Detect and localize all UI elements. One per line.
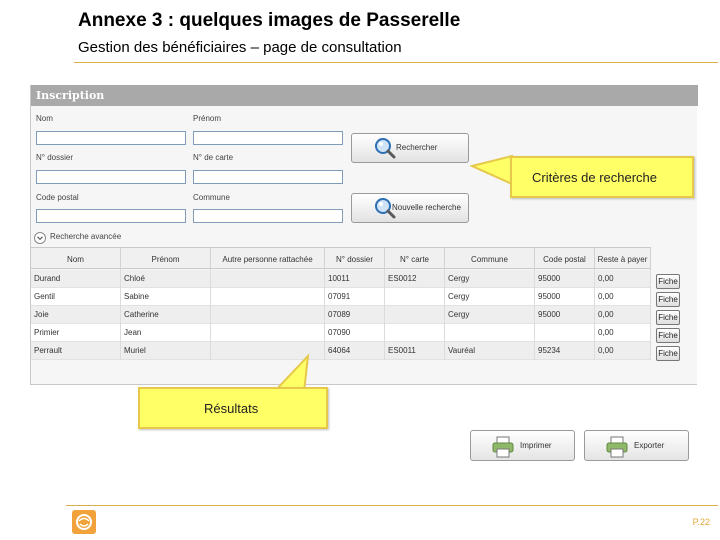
- table-cell: 07089: [325, 306, 385, 324]
- postal-label: Code postal: [36, 193, 79, 202]
- chevron-down-icon: [34, 232, 46, 244]
- table-cell: Jean: [121, 324, 211, 342]
- table-cell: 0,00: [595, 306, 651, 324]
- carte-label: N° de carte: [193, 153, 234, 162]
- slide-subtitle: Gestion des bénéficiaires – page de cons…: [78, 39, 402, 56]
- table-cell: Cergy: [445, 270, 535, 288]
- nom-label: Nom: [36, 114, 53, 123]
- table-cell: Gentil: [31, 288, 121, 306]
- company-logo: [72, 510, 96, 534]
- table-row[interactable]: Joie Catherine 07089 Cergy 95000 0,00: [31, 306, 651, 324]
- table-cell: [211, 270, 325, 288]
- column-header[interactable]: Commune: [445, 248, 535, 270]
- table-cell: Chloé: [121, 270, 211, 288]
- table-cell: 95234: [535, 342, 595, 360]
- table-cell: [535, 324, 595, 342]
- commune-label: Commune: [193, 193, 230, 202]
- table-row[interactable]: Perrault Muriel 64064 ES0011 Vauréal 952…: [31, 342, 651, 360]
- results-callout-text: Résultats: [204, 401, 259, 416]
- commune-input[interactable]: [193, 209, 343, 223]
- advanced-search-label: Recherche avancée: [50, 232, 122, 241]
- postal-input[interactable]: [36, 209, 186, 223]
- table-row[interactable]: Gentil Sabine 07091 Cergy 95000 0,00: [31, 288, 651, 306]
- table-cell: Perrault: [31, 342, 121, 360]
- advanced-search-toggle[interactable]: Recherche avancée: [34, 231, 154, 245]
- table-cell: 07090: [325, 324, 385, 342]
- results-callout: Résultats: [138, 387, 328, 429]
- table-cell: 10011: [325, 270, 385, 288]
- table-cell: [211, 324, 325, 342]
- table-cell: [211, 306, 325, 324]
- table-header: Nom Prénom Autre personne rattachée N° d…: [31, 247, 651, 270]
- table-cell: 95000: [535, 306, 595, 324]
- dossier-input[interactable]: [36, 170, 186, 184]
- table-row[interactable]: Primier Jean 07090 0,00: [31, 324, 651, 342]
- app-window: Inscription Nom Prénom N° dossier N° de …: [30, 85, 698, 385]
- table-cell: Vauréal: [445, 342, 535, 360]
- table-cell: 95000: [535, 288, 595, 306]
- fiche-button[interactable]: Fiche: [656, 310, 680, 325]
- app-header-title: Inscription: [31, 85, 698, 106]
- column-header[interactable]: Reste à payer: [595, 248, 651, 270]
- fiche-button[interactable]: Fiche: [656, 346, 680, 361]
- column-header[interactable]: Code postal: [535, 248, 595, 270]
- nom-input[interactable]: [36, 131, 186, 145]
- fiche-button[interactable]: Fiche: [656, 328, 680, 343]
- print-button[interactable]: Imprimer: [470, 430, 575, 461]
- table-cell: ES0011: [385, 342, 445, 360]
- table-cell: Cergy: [445, 288, 535, 306]
- table-cell: 0,00: [595, 342, 651, 360]
- table-cell: Cergy: [445, 306, 535, 324]
- export-button-label: Exporter: [634, 441, 665, 450]
- new-search-button-label: Nouvelle recherche: [392, 203, 461, 212]
- footer-divider: [66, 505, 718, 506]
- column-header[interactable]: N° dossier: [325, 248, 385, 270]
- printer-icon: [492, 436, 514, 458]
- table-cell: [385, 306, 445, 324]
- search-button[interactable]: Rechercher: [351, 133, 469, 163]
- table-cell: 07091: [325, 288, 385, 306]
- table-cell: Catherine: [121, 306, 211, 324]
- page-number: P.22: [692, 517, 710, 527]
- prenom-input[interactable]: [193, 131, 343, 145]
- search-button-label: Rechercher: [396, 143, 438, 152]
- printer-icon: [606, 436, 628, 458]
- new-search-button[interactable]: Nouvelle recherche: [351, 193, 469, 223]
- table-cell: Durand: [31, 270, 121, 288]
- column-header[interactable]: Autre personne rattachée: [211, 248, 325, 270]
- carte-input[interactable]: [193, 170, 343, 184]
- criteria-callout: Critères de recherche: [510, 156, 694, 198]
- logo-mark: [76, 514, 92, 530]
- table-cell: Sabine: [121, 288, 211, 306]
- column-header[interactable]: Prénom: [121, 248, 211, 270]
- table-cell: [385, 288, 445, 306]
- slide-title: Annexe 3 : quelques images de Passerelle: [78, 10, 461, 31]
- table-cell: 0,00: [595, 270, 651, 288]
- fiche-button[interactable]: Fiche: [656, 292, 680, 307]
- magnifier-icon: [375, 138, 396, 159]
- prenom-label: Prénom: [193, 114, 222, 123]
- table-row[interactable]: Durand Chloé 10011 ES0012 Cergy 95000 0,…: [31, 270, 651, 288]
- table-cell: 0,00: [595, 324, 651, 342]
- title-divider: [74, 62, 718, 63]
- table-cell: 64064: [325, 342, 385, 360]
- column-header[interactable]: Nom: [31, 248, 121, 270]
- table-cell: [385, 324, 445, 342]
- table-cell: [211, 288, 325, 306]
- table-cell: 0,00: [595, 288, 651, 306]
- column-header[interactable]: N° carte: [385, 248, 445, 270]
- criteria-callout-text: Critères de recherche: [532, 170, 657, 185]
- table-cell: [445, 324, 535, 342]
- table-cell: Joie: [31, 306, 121, 324]
- dossier-label: N° dossier: [36, 153, 73, 162]
- table-cell: Primier: [31, 324, 121, 342]
- table-cell: Muriel: [121, 342, 211, 360]
- fiche-button[interactable]: Fiche: [656, 274, 680, 289]
- table-cell: 95000: [535, 270, 595, 288]
- export-button[interactable]: Exporter: [584, 430, 689, 461]
- print-button-label: Imprimer: [520, 441, 552, 450]
- table-cell: ES0012: [385, 270, 445, 288]
